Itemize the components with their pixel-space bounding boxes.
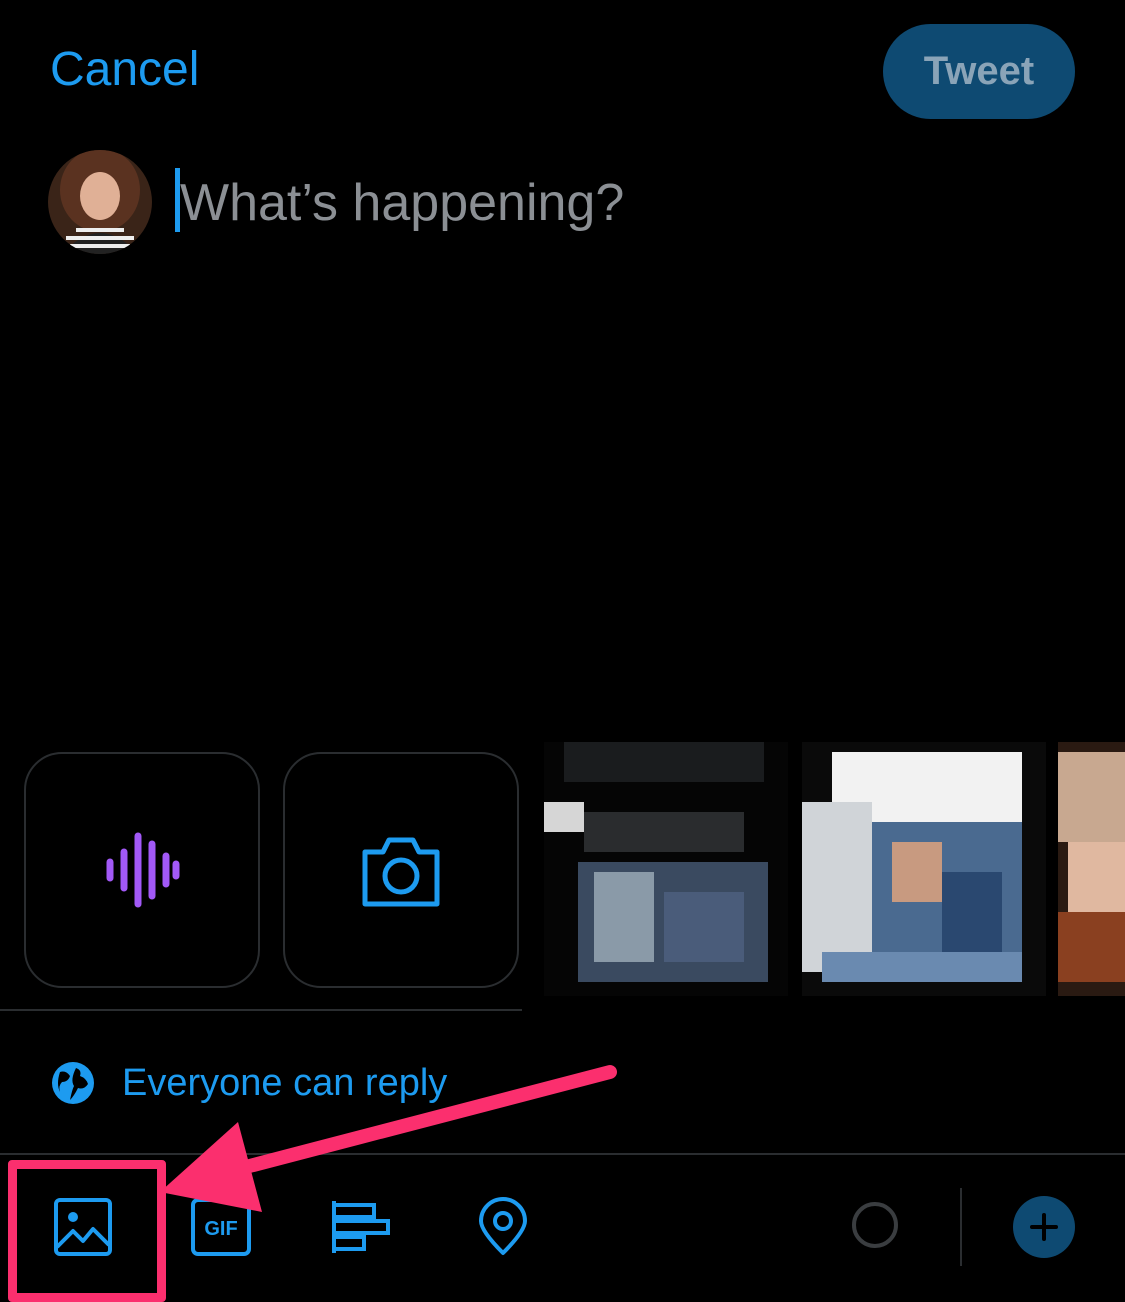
divider [0, 1009, 522, 1011]
reply-setting-label: Everyone can reply [122, 1061, 448, 1104]
recent-photo-thumbnail[interactable] [1058, 742, 1125, 996]
divider [0, 1153, 1125, 1155]
add-location-button[interactable] [472, 1196, 534, 1258]
add-poll-button[interactable] [330, 1196, 392, 1258]
camera-icon [362, 837, 440, 907]
location-icon [479, 1197, 527, 1255]
avatar [48, 150, 152, 254]
poll-icon [332, 1201, 390, 1253]
voice-waveform-icon [106, 832, 180, 908]
camera-button[interactable] [283, 752, 519, 988]
gif-icon-label: GIF [204, 1218, 237, 1240]
cancel-button[interactable]: Cancel [50, 42, 199, 97]
gif-icon: GIF [191, 1198, 251, 1256]
character-count-ring [852, 1202, 898, 1248]
globe-icon [52, 1062, 94, 1104]
toolbar-separator [960, 1188, 962, 1266]
recent-photo-thumbnail[interactable] [802, 742, 1046, 996]
voice-tweet-button[interactable] [24, 752, 260, 988]
plus-icon [1030, 1213, 1058, 1241]
add-gif-button[interactable]: GIF [190, 1196, 252, 1258]
annotation-highlight-box [8, 1160, 166, 1302]
recent-photo-thumbnail[interactable] [544, 742, 788, 996]
add-thread-button[interactable] [1013, 1196, 1075, 1258]
reply-setting-button[interactable]: Everyone can reply [50, 1058, 447, 1108]
tweet-button[interactable]: Tweet [883, 24, 1075, 119]
compose-input[interactable] [180, 168, 1080, 238]
